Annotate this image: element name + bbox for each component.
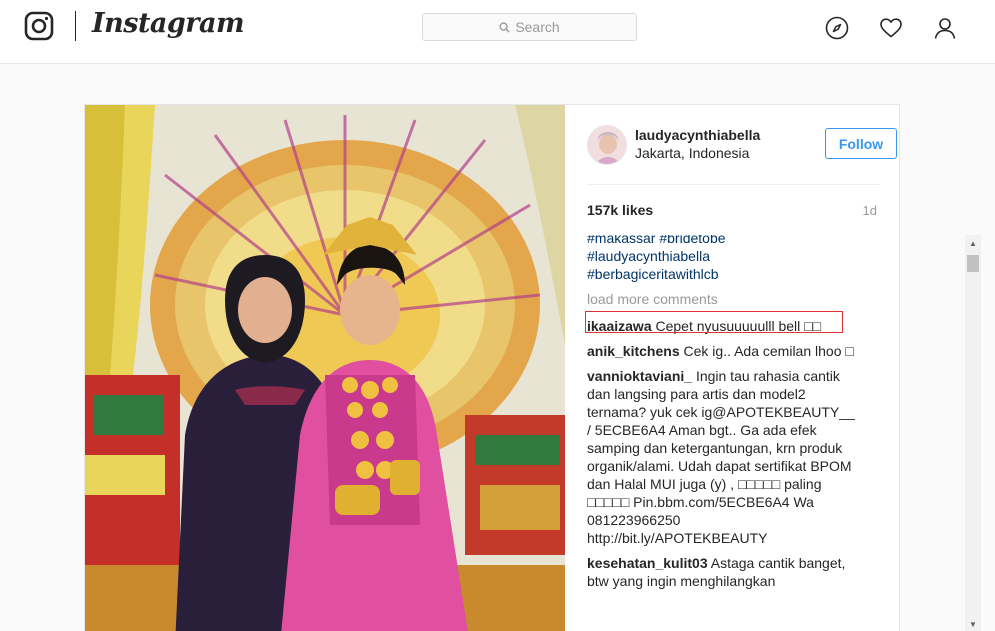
top-navigation-bar: Instagram Search	[0, 0, 995, 64]
comment-text: Ingin tau rahasia cantik dan langsing pa…	[587, 368, 855, 546]
profile-icon[interactable]	[933, 16, 957, 40]
hashtag-line[interactable]: #makassar #bridetobe	[587, 235, 857, 247]
hashtag-line[interactable]: #laudyacynthiabella	[587, 247, 857, 265]
likes-count[interactable]: 157k likes	[587, 202, 653, 218]
post-sidebar: laudyacynthiabella Jakarta, Indonesia Fo…	[565, 105, 981, 631]
likes-row: 157k likes 1d	[587, 202, 879, 222]
avatar[interactable]	[587, 125, 627, 165]
scrollbar-thumb[interactable]	[967, 255, 979, 272]
scroll-down-arrow-icon[interactable]: ▼	[965, 616, 981, 631]
hashtag-line[interactable]: #berbagiceritawithlcb	[587, 265, 857, 283]
post-photo-illustration	[85, 105, 565, 631]
search-input[interactable]: Search	[422, 13, 637, 41]
post-username[interactable]: laudyacynthiabella	[635, 127, 760, 143]
instagram-wordmark[interactable]: Instagram	[92, 8, 245, 39]
post-photo[interactable]	[85, 105, 565, 631]
search-placeholder: Search	[515, 19, 560, 35]
comments-scrollbar[interactable]: ▲ ▼	[965, 235, 981, 631]
comment-username[interactable]: kesehatan_kulit03	[587, 555, 708, 571]
compass-icon[interactable]	[825, 16, 849, 40]
post-age: 1d	[862, 203, 877, 218]
comment-username[interactable]: vannioktaviani_	[587, 368, 692, 384]
heart-icon[interactable]	[879, 16, 903, 40]
search-icon	[499, 21, 510, 33]
comment: kesehatan_kulit03 Astaga cantik banget, …	[587, 554, 857, 590]
logo-divider	[75, 11, 76, 41]
post-card: laudyacynthiabella Jakarta, Indonesia Fo…	[84, 104, 981, 631]
load-more-comments-link[interactable]: load more comments	[587, 290, 857, 308]
post-location[interactable]: Jakarta, Indonesia	[635, 145, 749, 161]
comment-text: Cek ig.. Ada cemilan lhoo □	[683, 343, 854, 359]
post-author-header: laudyacynthiabella Jakarta, Indonesia Fo…	[587, 123, 897, 185]
comments-list: #makassar #bridetobe #laudyacynthiabella…	[587, 235, 881, 630]
comment: vannioktaviani_ Ingin tau rahasia cantik…	[587, 367, 857, 547]
comment: anik_kitchens Cek ig.. Ada cemilan lhoo …	[587, 342, 857, 360]
comment-highlight-box	[585, 311, 843, 333]
comment-username[interactable]: anik_kitchens	[587, 343, 680, 359]
instagram-logo-icon[interactable]	[24, 11, 54, 41]
follow-button[interactable]: Follow	[825, 128, 897, 159]
scroll-up-arrow-icon[interactable]: ▲	[965, 235, 981, 252]
